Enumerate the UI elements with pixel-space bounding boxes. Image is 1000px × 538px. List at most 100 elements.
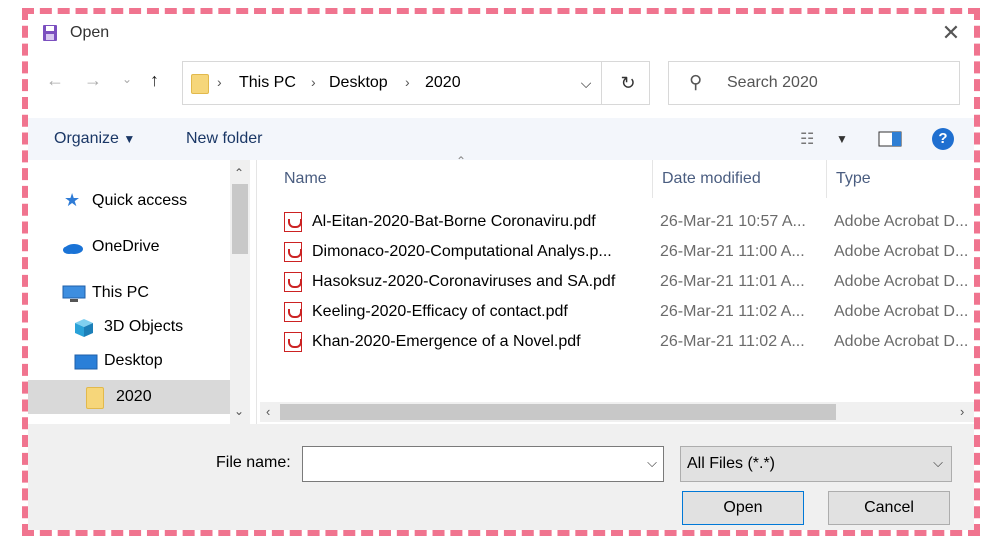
address-divider	[601, 62, 602, 104]
pane-divider[interactable]	[256, 160, 257, 426]
file-row[interactable]: Hasoksuz-2020-Coronaviruses and SA.pdf 2…	[284, 267, 974, 297]
file-name: Khan-2020-Emergence of a Novel.pdf	[312, 333, 581, 350]
close-icon[interactable]: ✕	[936, 18, 966, 48]
scroll-left-icon[interactable]: ‹	[266, 404, 270, 419]
file-date: 26-Mar-21 11:02 A...	[660, 303, 805, 320]
horizontal-scrollbar[interactable]: ‹ ›	[260, 402, 974, 422]
file-name: Dimonaco-2020-Computational Analys.p...	[312, 243, 612, 260]
sidebar-item-label: 3D Objects	[104, 318, 184, 335]
pdf-file-icon	[284, 332, 302, 352]
file-row[interactable]: Dimonaco-2020-Computational Analys.p... …	[284, 237, 974, 267]
file-type-value: All Files (*.*)	[687, 455, 776, 472]
column-header-type[interactable]: Type	[836, 170, 871, 188]
chevron-down-icon: ⌵	[933, 455, 943, 470]
file-type: Adobe Acrobat D...	[834, 213, 969, 230]
sidebar-item-label: This PC	[92, 284, 149, 301]
file-type: Adobe Acrobat D...	[834, 303, 969, 320]
sidebar-item-label: Quick access	[92, 192, 188, 209]
column-header-name[interactable]: Name	[284, 170, 327, 188]
help-icon[interactable]: ?	[932, 128, 954, 150]
file-list: ⌃ Name Date modified Type Al-Eitan-2020-…	[258, 154, 974, 426]
pdf-file-icon	[284, 212, 302, 232]
file-type: Adobe Acrobat D...	[834, 243, 969, 260]
desktop-icon	[74, 354, 98, 370]
back-arrow-icon[interactable]: ←	[46, 70, 64, 91]
refresh-icon[interactable]: ↻	[613, 70, 643, 96]
breadcrumb-separator-icon: ›	[405, 74, 410, 90]
file-name: Al-Eitan-2020-Bat-Borne Coronaviru.pdf	[312, 213, 596, 230]
file-row[interactable]: Khan-2020-Emergence of a Novel.pdf 26-Ma…	[284, 327, 974, 357]
file-date: 26-Mar-21 11:01 A...	[660, 273, 805, 290]
new-folder-button[interactable]: New folder	[186, 130, 262, 148]
app-icon	[43, 25, 57, 41]
search-placeholder: Search 2020	[727, 74, 818, 91]
file-date: 26-Mar-21 11:00 A...	[660, 243, 805, 260]
column-divider[interactable]	[652, 160, 653, 198]
file-name-label: File name:	[216, 454, 291, 471]
sidebar-item-2020[interactable]: 2020	[28, 380, 230, 414]
file-type: Adobe Acrobat D...	[834, 273, 969, 290]
up-arrow-icon[interactable]: ↑	[150, 70, 159, 91]
scroll-up-icon[interactable]: ⌃	[234, 166, 244, 180]
scroll-right-icon[interactable]: ›	[960, 404, 964, 419]
organize-button[interactable]: Organize ▼	[54, 130, 135, 148]
view-options-icon[interactable]: ☷	[800, 129, 814, 149]
view-dropdown-icon[interactable]: ▼	[836, 132, 848, 146]
folder-icon	[86, 387, 104, 409]
cube-icon	[75, 319, 93, 337]
chevron-down-icon[interactable]: ⌵	[647, 455, 657, 471]
file-name: Hasoksuz-2020-Coronaviruses and SA.pdf	[312, 273, 616, 290]
cloud-icon	[63, 244, 83, 254]
file-date: 26-Mar-21 11:02 A...	[660, 333, 805, 350]
navigation-pane: ★ Quick access OneDrive This PC 3D Objec…	[28, 160, 250, 426]
breadcrumb-this-pc[interactable]: This PC	[239, 74, 296, 92]
scrollbar-thumb[interactable]	[280, 404, 836, 420]
sidebar-item-desktop[interactable]: Desktop	[28, 344, 230, 378]
address-dropdown-icon[interactable]: ⌵	[573, 70, 599, 96]
search-box[interactable]: ⚲ Search 2020	[668, 61, 960, 105]
open-button[interactable]: Open	[682, 491, 804, 525]
sidebar-item-label: OneDrive	[92, 238, 160, 255]
file-type: Adobe Acrobat D...	[834, 333, 969, 350]
sidebar-item-onedrive[interactable]: OneDrive	[28, 230, 230, 264]
pdf-file-icon	[284, 272, 302, 292]
breadcrumb-desktop[interactable]: Desktop	[329, 74, 388, 92]
file-date: 26-Mar-21 10:57 A...	[660, 213, 806, 230]
column-divider[interactable]	[826, 160, 827, 198]
recent-dropdown-icon[interactable]: ⌄	[122, 72, 132, 86]
breadcrumb-separator-icon: ›	[311, 74, 316, 90]
breadcrumb-2020[interactable]: 2020	[425, 74, 461, 92]
organize-label: Organize	[54, 130, 119, 147]
title-bar: Open ✕	[28, 14, 974, 52]
file-name: Keeling-2020-Efficacy of contact.pdf	[312, 303, 568, 320]
forward-arrow-icon[interactable]: →	[84, 70, 102, 91]
window-title: Open	[70, 24, 110, 41]
scrollbar-thumb[interactable]	[232, 184, 248, 254]
star-icon: ★	[64, 190, 81, 210]
nav-scrollbar[interactable]: ⌃ ⌄	[230, 160, 250, 426]
address-bar[interactable]: › This PC › Desktop › 2020 ⌵ ↻	[182, 61, 650, 105]
file-name-input[interactable]: ⌵	[302, 446, 664, 482]
sidebar-item-quick-access[interactable]: ★ Quick access	[28, 184, 230, 218]
sidebar-item-label: Desktop	[104, 352, 163, 369]
file-type-select[interactable]: All Files (*.*) ⌵	[680, 446, 952, 482]
folder-icon	[191, 74, 209, 94]
scroll-down-icon[interactable]: ⌄	[234, 404, 244, 418]
preview-pane-icon[interactable]	[878, 131, 902, 147]
sidebar-item-3d-objects[interactable]: 3D Objects	[28, 310, 230, 344]
file-row[interactable]: Keeling-2020-Efficacy of contact.pdf 26-…	[284, 297, 974, 327]
bottom-panel: File name: ⌵ All Files (*.*) ⌵ Open Canc…	[28, 424, 974, 530]
chevron-down-icon: ▼	[123, 132, 136, 146]
pdf-file-icon	[284, 242, 302, 262]
computer-icon	[62, 285, 86, 302]
sidebar-item-label: 2020	[116, 388, 152, 405]
cancel-button[interactable]: Cancel	[828, 491, 950, 525]
open-dialog: Open ✕ ← → ⌄ ↑ › This PC › Desktop › 202…	[28, 14, 974, 530]
column-header-date[interactable]: Date modified	[662, 170, 761, 188]
sort-ascending-icon: ⌃	[456, 154, 467, 168]
file-row[interactable]: Al-Eitan-2020-Bat-Borne Coronaviru.pdf 2…	[284, 207, 974, 237]
command-bar: Organize ▼ New folder ☷ ▼ ?	[28, 118, 974, 160]
pdf-file-icon	[284, 302, 302, 322]
sidebar-item-this-pc[interactable]: This PC	[28, 276, 230, 310]
search-icon: ⚲	[689, 72, 703, 92]
